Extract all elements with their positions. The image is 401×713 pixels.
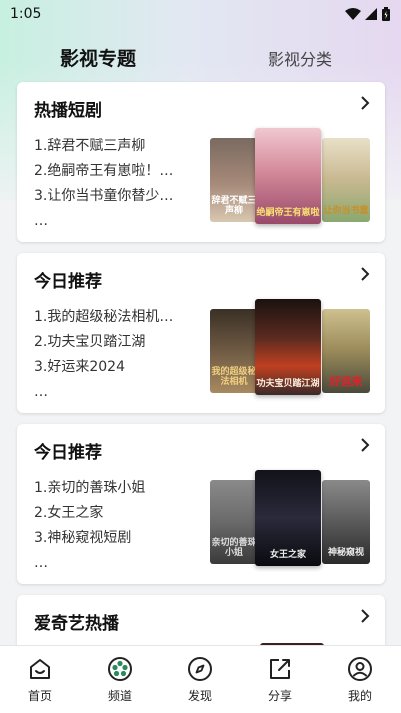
battery-icon [382, 7, 390, 21]
poster-title: 让你当书童 [323, 206, 369, 216]
poster-image: 女王之家 [255, 470, 321, 566]
top-tabs: 影视专题 影视分类 [0, 36, 401, 76]
topic-card-hot-short-drama[interactable]: 热播短剧 1.辞君不赋三声柳 2.绝嗣帝王有崽啦！… 3.让你当书童你替少… …… [17, 82, 385, 242]
film-reel-icon [108, 657, 132, 681]
list-more: … [34, 384, 48, 400]
poster-title: 女王之家 [269, 550, 306, 560]
card-item-list: 1.辞君不赋三声柳 2.绝嗣帝王有崽啦！… 3.让你当书童你替少… … [34, 134, 204, 234]
nav-item-home[interactable]: 首页 [10, 656, 70, 704]
poster-stack[interactable]: 我的超级秘法相机 好运来 功夫宝贝踏江湖 [210, 299, 370, 401]
poster-title: 绝嗣帝王有崽啦 [256, 208, 320, 218]
nav-label: 频道 [107, 689, 132, 703]
status-bar: 1:05 [0, 0, 401, 28]
poster-title: 辞君不赋三声柳 [211, 196, 257, 216]
status-time: 1:05 [10, 6, 42, 22]
poster-title: 神秘窥视 [327, 548, 364, 558]
poster-title: 功夫宝贝踏江湖 [256, 379, 320, 389]
poster-image: 我的超级秘法相机 [210, 309, 258, 393]
poster-title: 好运来 [329, 375, 363, 388]
wifi-icon [345, 8, 361, 20]
poster-image: 绝嗣帝王有崽啦 [255, 128, 321, 224]
list-more: … [34, 213, 48, 229]
card-title: 热播短剧 [34, 101, 102, 121]
card-title: 今日推荐 [34, 272, 102, 292]
status-icons [345, 7, 391, 21]
nav-item-share[interactable]: 分享 [250, 656, 310, 704]
poster-image: 神秘窥视 [322, 480, 370, 564]
list-item[interactable]: 2.绝嗣帝王有崽啦！… [34, 159, 204, 184]
chevron-right-icon[interactable] [357, 265, 373, 283]
poster-stack[interactable]: 亲切的善珠小姐 神秘窥视 女王之家 [210, 470, 370, 572]
poster-stack[interactable]: 辞君不赋三声柳 让你当书童 绝嗣帝王有崽啦 [210, 128, 370, 230]
tab-film-categories[interactable]: 影视分类 [268, 46, 332, 70]
poster-image: 好运来 [322, 309, 370, 393]
nav-label: 分享 [267, 689, 292, 703]
poster-title: 亲切的善珠小姐 [211, 538, 257, 558]
card-item-list: 1.我的超级秘法相机… 2.功夫宝贝踏江湖 3.好运来2024 … [34, 305, 204, 405]
nav-label: 发现 [187, 689, 212, 703]
nav-item-channel[interactable]: 频道 [90, 656, 150, 704]
poster-image: 亲切的善珠小姐 [210, 480, 258, 564]
poster-image: 功夫宝贝踏江湖 [255, 299, 321, 395]
poster-image: 让你当书童 [322, 138, 370, 222]
nav-label: 首页 [27, 689, 52, 703]
poster-image: 辞君不赋三声柳 [210, 138, 258, 222]
nav-label: 我的 [347, 689, 372, 703]
nav-item-mine[interactable]: 我的 [330, 656, 390, 704]
user-icon [348, 657, 372, 681]
chevron-right-icon[interactable] [357, 436, 373, 454]
tab-film-topics[interactable]: 影视专题 [60, 44, 136, 71]
bottom-navigation: 首页 频道 发现 分享 我的 [0, 645, 401, 713]
topic-card-today-recommend[interactable]: 今日推荐 1.我的超级秘法相机… 2.功夫宝贝踏江湖 3.好运来2024 … 我… [17, 253, 385, 413]
list-item[interactable]: 1.辞君不赋三声柳 [34, 134, 204, 159]
list-item[interactable]: 1.亲切的善珠小姐 [34, 476, 204, 501]
list-item[interactable]: 2.女王之家 [34, 501, 204, 526]
card-item-list: 1.亲切的善珠小姐 2.女王之家 3.神秘窥视短剧 … [34, 476, 204, 576]
chevron-right-icon[interactable] [357, 607, 373, 625]
list-item[interactable]: 3.好运来2024 [34, 355, 204, 380]
nav-item-discover[interactable]: 发现 [170, 656, 230, 704]
card-title: 今日推荐 [34, 443, 102, 463]
list-item[interactable]: 2.功夫宝贝踏江湖 [34, 330, 204, 355]
list-item[interactable]: 1.我的超级秘法相机… [34, 305, 204, 330]
compass-icon [188, 657, 212, 681]
home-icon [30, 659, 50, 679]
card-title: 爱奇艺热播 [34, 614, 119, 634]
list-item[interactable]: 3.神秘窥视短剧 [34, 526, 204, 551]
chevron-right-icon[interactable] [357, 94, 373, 112]
signal-icon [365, 8, 377, 20]
list-more: … [34, 555, 48, 571]
share-icon [270, 659, 290, 679]
poster-title: 我的超级秘法相机 [211, 367, 257, 387]
list-item[interactable]: 3.让你当书童你替少… [34, 184, 204, 209]
topic-card-today-recommend-2[interactable]: 今日推荐 1.亲切的善珠小姐 2.女王之家 3.神秘窥视短剧 … 亲切的善珠小姐… [17, 424, 385, 584]
